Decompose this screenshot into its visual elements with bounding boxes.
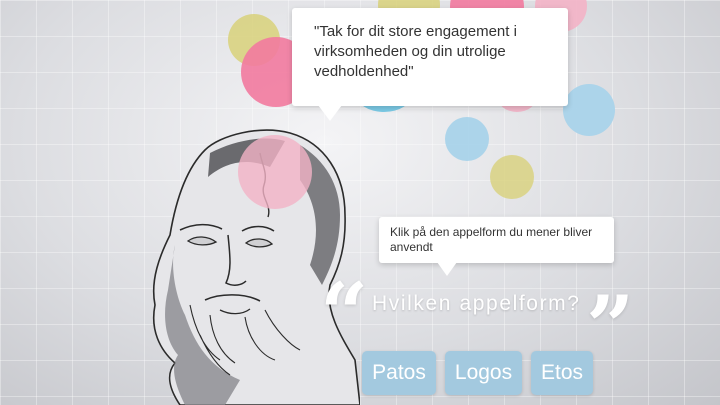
answer-button-patos[interactable]: Patos (362, 351, 436, 395)
appelform-quiz-slide: "Tak for dit store engagement i virksomh… (0, 0, 720, 405)
decor-bubble-light-blue-right (563, 84, 615, 136)
decor-bubble-pink-head (238, 135, 312, 209)
close-quote-mark-icon: ” (586, 277, 635, 376)
quote-text: "Tak for dit store engagement i virksomh… (314, 23, 517, 80)
quote-speech-bubble: "Tak for dit store engagement i virksomh… (292, 8, 568, 121)
decor-bubble-light-blue-mid (445, 117, 489, 161)
instruction-text: Klik på den appelform du mener bliver an… (390, 225, 593, 254)
answer-button-etos[interactable]: Etos (531, 351, 593, 395)
open-quote-mark-icon: “ (320, 264, 369, 363)
decor-bubble-yellow-mid (490, 155, 534, 199)
question-heading: Hvilken appelform? (372, 292, 581, 315)
instruction-speech-bubble: Klik på den appelform du mener bliver an… (379, 217, 614, 276)
answer-button-logos[interactable]: Logos (445, 351, 522, 395)
